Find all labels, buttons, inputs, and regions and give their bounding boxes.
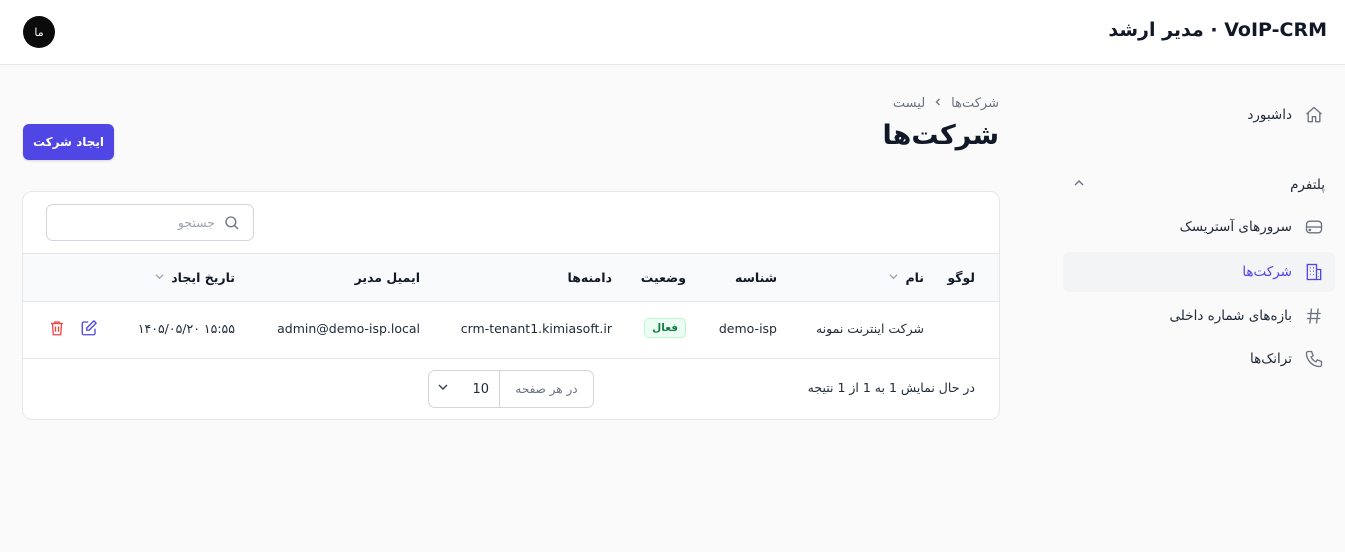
chevron-down-icon (437, 381, 449, 397)
per-page-label: در هر صفحه (499, 371, 593, 407)
delete-button[interactable] (47, 320, 67, 340)
edit-button[interactable] (79, 320, 99, 340)
chevron-left-icon (933, 96, 943, 111)
companies-table-card: لوگو نام شناسه وضعیت دامنه‌ها ایمیل مدیر… (22, 191, 1000, 420)
company-name: شرکت اینترنت نمونه (815, 321, 924, 336)
column-header-slug: شناسه (735, 270, 777, 285)
sidebar-item-label: بازه‌های شماره داخلی (1169, 308, 1293, 324)
column-header-name[interactable]: نام (888, 270, 924, 285)
hash-icon (1303, 305, 1325, 327)
sidebar-item-label: داشبورد (1247, 107, 1292, 123)
sidebar-item-asterisk-servers[interactable]: سرورهای آستریسک (1063, 207, 1335, 247)
chevron-up-icon (1073, 177, 1085, 193)
column-header-domains: دامنه‌ها (567, 270, 612, 285)
create-company-button[interactable]: ایجاد شرکت (23, 124, 114, 160)
column-header-created-at-label: تاریخ ایجاد (171, 270, 235, 285)
status-badge: فعال (644, 318, 686, 338)
sort-chevron-icon (154, 270, 165, 285)
table-row: شرکت اینترنت نمونه demo-isp فعال crm-ten… (23, 302, 999, 359)
sidebar-item-label: سرورهای آستریسک (1179, 219, 1292, 235)
admin-email: admin@demo-isp.local (277, 321, 420, 336)
server-icon (1303, 216, 1325, 238)
home-icon (1303, 104, 1325, 126)
sidebar-item-trunks[interactable]: ترانک‌ها (1063, 339, 1335, 379)
page-title: شرکت‌ها (882, 120, 1000, 151)
user-avatar[interactable]: ما (23, 16, 55, 48)
phone-icon (1303, 348, 1325, 370)
column-header-status: وضعیت (640, 270, 686, 285)
breadcrumb: شرکت‌ها لیست (893, 96, 999, 111)
sidebar-section-platform[interactable]: پلتفرم (1073, 173, 1325, 197)
column-header-created-at[interactable]: تاریخ ایجاد (154, 270, 235, 285)
breadcrumb-current: لیست (892, 96, 926, 111)
edit-icon (80, 319, 98, 341)
search-box[interactable] (46, 204, 254, 241)
sidebar-item-label: شرکت‌ها (1242, 264, 1292, 280)
building-icon (1303, 261, 1325, 283)
company-slug: demo-isp (718, 321, 777, 336)
per-page-select[interactable]: در هر صفحه 10 (428, 370, 594, 408)
sidebar-item-companies[interactable]: شرکت‌ها (1063, 252, 1335, 292)
per-page-value: 10 (472, 381, 489, 397)
sidebar-item-dashboard[interactable]: داشبورد (1063, 95, 1335, 135)
pagination-summary: در حال نمایش 1 به 1 از 1 نتیجه (807, 380, 975, 395)
company-domain: crm-tenant1.kimiasoft.ir (460, 321, 612, 336)
sidebar-item-extension-ranges[interactable]: بازه‌های شماره داخلی (1063, 296, 1335, 336)
search-icon (223, 214, 241, 232)
top-bar: VoIP-CRM · مدیر ارشد ما (0, 0, 1345, 65)
sidebar-section-label: پلتفرم (1290, 177, 1325, 193)
table-header: لوگو نام شناسه وضعیت دامنه‌ها ایمیل مدیر… (23, 253, 999, 302)
column-header-admin-email: ایمیل مدیر (354, 270, 420, 285)
created-at: ۱۴۰۵/۰۵/۲۰ ۱۵:۵۵ (137, 321, 235, 336)
sort-chevron-icon (888, 270, 899, 285)
app-title: VoIP-CRM · مدیر ارشد (1108, 19, 1327, 41)
sidebar: داشبورد پلتفرم سرورهای آستریسک شرکت‌ها ب… (1055, 65, 1345, 552)
column-header-logo: لوگو (947, 270, 975, 285)
breadcrumb-root[interactable]: شرکت‌ها (951, 96, 999, 111)
sidebar-item-label: ترانک‌ها (1249, 351, 1292, 367)
column-header-name-label: نام (905, 270, 924, 285)
search-input[interactable] (75, 215, 215, 230)
trash-icon (48, 319, 66, 341)
